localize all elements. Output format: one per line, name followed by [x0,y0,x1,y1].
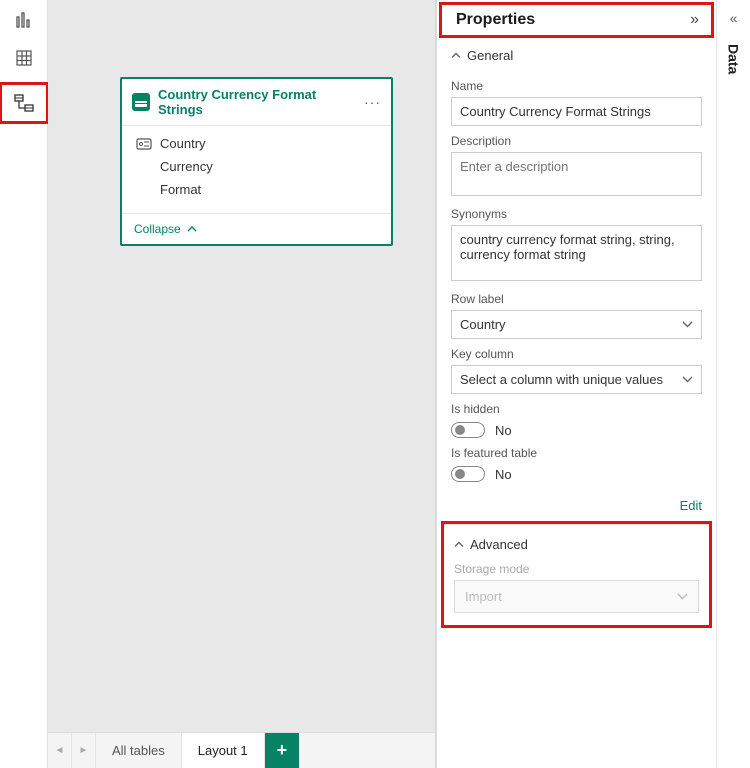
app-root: Country Currency Format Strings ··· Coun… [0,0,750,768]
field-label: Country [160,136,206,151]
tab-label: All tables [112,743,165,758]
tabs-prev-icon[interactable]: ◄ [48,733,72,768]
is-featured-label: Is featured table [451,446,702,460]
name-label: Name [451,79,702,93]
edit-link[interactable]: Edit [437,492,716,521]
table-card-title: Country Currency Format Strings [158,87,356,117]
row-label-label: Row label [451,292,702,306]
is-hidden-row: No [451,422,702,438]
chevron-up-icon [454,541,464,548]
model-canvas[interactable]: Country Currency Format Strings ··· Coun… [48,0,436,768]
storage-mode-select[interactable]: Import [454,580,699,613]
layout-tabs: ◄ ► All tables Layout 1 + [48,732,435,768]
row-label-select[interactable]: Country [451,310,702,339]
is-hidden-label: Is hidden [451,402,702,416]
tab-layout-1[interactable]: Layout 1 [182,733,265,768]
table-card-body: Country Currency Format [122,126,391,213]
table-card[interactable]: Country Currency Format Strings ··· Coun… [120,77,393,246]
key-field-icon [136,138,152,150]
storage-mode-value: Import [465,589,502,604]
key-column-select[interactable]: Select a column with unique values [451,365,702,394]
model-view-highlight [0,82,49,124]
data-view-icon[interactable] [14,48,34,68]
section-advanced[interactable]: Advanced [444,524,709,562]
storage-block: Storage mode Import [444,562,709,613]
general-form: Name Description Synonyms Row label Coun… [437,69,716,492]
advanced-highlight: Advanced Storage mode Import [441,521,712,628]
description-label: Description [451,134,702,148]
chevron-up-icon [187,226,197,232]
field-label: Currency [160,159,213,174]
table-icon [132,93,150,111]
section-label: General [467,48,513,63]
properties-panel: Properties » General Name Description Sy… [436,0,716,768]
name-input[interactable] [451,97,702,126]
model-view-icon[interactable] [14,93,34,113]
collapse-panel-icon[interactable]: » [690,11,699,29]
expand-data-pane-icon[interactable]: « [730,10,738,26]
chevron-down-icon [682,321,693,328]
left-icon-rail [0,0,48,768]
key-column-label: Key column [451,347,702,361]
field-row[interactable]: Country [122,132,391,155]
tabs-next-icon[interactable]: ► [72,733,96,768]
table-card-header[interactable]: Country Currency Format Strings ··· [122,79,391,126]
field-row[interactable]: Currency [122,155,391,178]
synonyms-input[interactable] [451,225,702,281]
data-pane-label[interactable]: Data [726,44,742,74]
chevron-down-icon [682,376,693,383]
storage-mode-label: Storage mode [454,562,699,576]
is-featured-toggle[interactable] [451,466,485,482]
collapse-button[interactable]: Collapse [122,213,391,244]
select-placeholder: Select a column with unique values [460,372,663,387]
description-input[interactable] [451,152,702,196]
data-pane-collapsed: « Data [716,0,750,768]
synonyms-label: Synonyms [451,207,702,221]
report-view-icon[interactable] [14,10,34,30]
is-featured-row: No [451,466,702,482]
properties-title: Properties [456,11,535,29]
more-options-icon[interactable]: ··· [364,94,381,110]
is-hidden-value: No [495,423,512,438]
tab-all-tables[interactable]: All tables [96,733,182,768]
chevron-down-icon [677,593,688,600]
tab-label: Layout 1 [198,743,248,758]
field-label: Format [160,182,201,197]
edit-label: Edit [680,498,702,513]
is-hidden-toggle[interactable] [451,422,485,438]
section-label: Advanced [470,537,528,552]
chevron-up-icon [451,52,461,59]
is-featured-value: No [495,467,512,482]
select-value: Country [460,317,506,332]
collapse-label: Collapse [134,222,181,236]
properties-header: Properties » [439,2,714,38]
section-general[interactable]: General [437,38,716,69]
add-layout-button[interactable]: + [265,733,300,768]
field-row[interactable]: Format [122,178,391,201]
